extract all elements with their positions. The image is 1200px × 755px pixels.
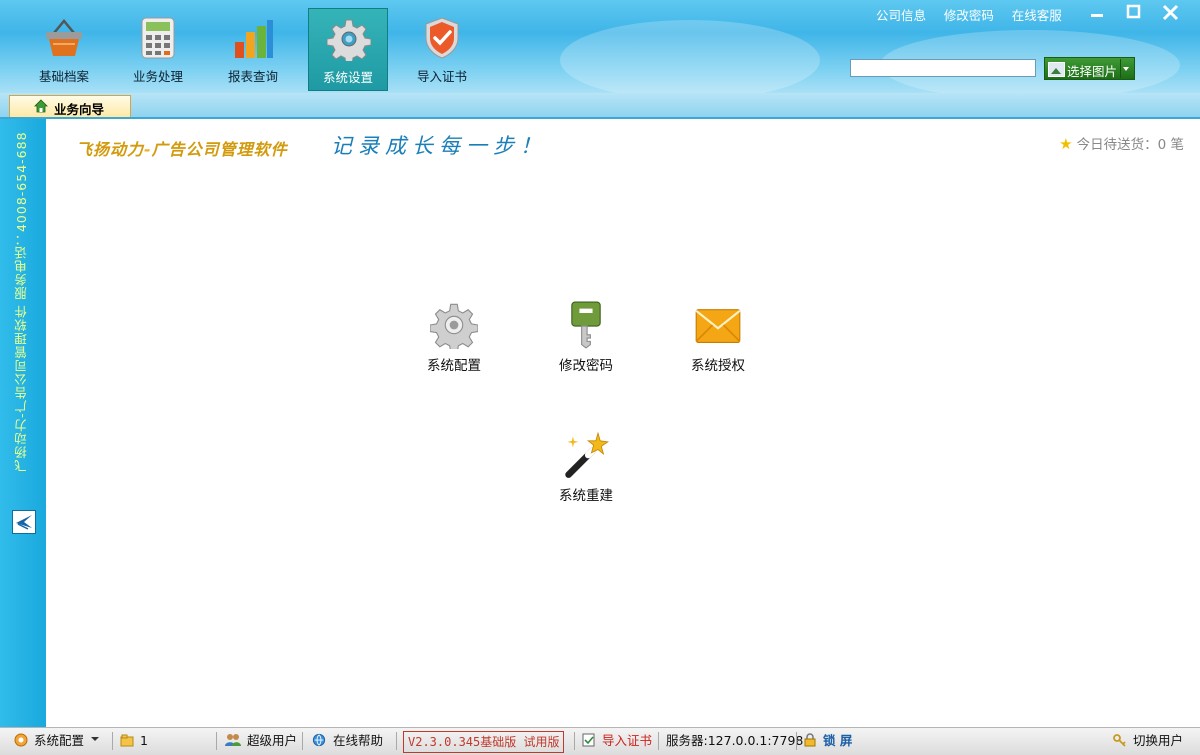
function-system-rebuild[interactable]: 系统重建: [536, 431, 636, 504]
version-badge: V2.3.0.345基础版 试用版: [403, 731, 565, 753]
background-cloud: [560, 20, 820, 100]
company-logo-icon: [12, 510, 36, 534]
star-icon: ★: [1059, 135, 1073, 153]
status-online-help[interactable]: 在线帮助: [311, 728, 383, 754]
search-input[interactable]: [850, 59, 1036, 77]
status-user-label: 超级用户: [247, 733, 298, 748]
toolbar-import-cert[interactable]: 导入证书: [402, 8, 482, 91]
toolbar-business[interactable]: 业务处理: [118, 8, 198, 91]
users-icon: [225, 734, 241, 746]
toolbar-label: 导入证书: [416, 69, 467, 84]
function-system-authorization[interactable]: 系统授权: [668, 301, 768, 374]
status-import-cert[interactable]: 导入证书: [582, 728, 652, 754]
maximize-button[interactable]: [1123, 3, 1145, 23]
switch-user-label: 切换用户: [1133, 733, 1184, 748]
status-divider: [796, 732, 797, 750]
toolbar-basic-records[interactable]: 基础档案: [24, 8, 104, 91]
brand-title: 飞扬动力-广告公司管理软件: [76, 136, 288, 160]
function-system-config[interactable]: 系统配置: [404, 301, 504, 374]
function-label: 系统重建: [559, 488, 613, 504]
chevron-down-icon: [91, 737, 100, 741]
function-change-password[interactable]: 修改密码: [536, 301, 636, 374]
key-icon: [571, 301, 601, 349]
toolbar-label: 系统设置: [322, 70, 373, 85]
minimize-icon: [1091, 14, 1103, 17]
toolbar-label: 基础档案: [38, 69, 89, 84]
folder-key-icon: [120, 734, 134, 747]
status-count-value: 1: [140, 733, 148, 748]
brand-name: 飞扬动力: [76, 140, 145, 159]
function-label: 系统配置: [427, 358, 481, 374]
maximize-icon: [1126, 4, 1141, 19]
online-support-link[interactable]: 在线客服: [1012, 8, 1062, 23]
brand-product: 广告公司管理软件: [151, 140, 288, 159]
lock-screen-label: 锁 屏: [823, 733, 853, 748]
sidebar-vertical-text: 飞扬动力-广告公司管理软件 服务电话：4008-654-688: [14, 131, 29, 472]
gear-icon: [14, 733, 28, 747]
status-bar: 系统配置 1 超级用户 在线帮助 V2.3.0.345基础版 试用版 导入证书 …: [0, 727, 1200, 755]
toolbar-label: 业务处理: [132, 69, 183, 84]
certificate-icon: [582, 733, 595, 747]
chevron-down-icon[interactable]: [1120, 59, 1132, 78]
status-user[interactable]: 超级用户: [225, 728, 297, 754]
main-content: 飞扬动力-广告公司管理软件 记录成长每一步！ ★ 今日待送货：0 笔 系统配置 修…: [46, 119, 1200, 727]
close-icon: [1162, 4, 1179, 21]
function-label: 系统授权: [691, 358, 745, 374]
calculator-icon: [141, 17, 175, 59]
status-divider: [658, 732, 659, 750]
status-divider: [574, 732, 575, 750]
image-icon: [1048, 62, 1065, 77]
lock-screen-button[interactable]: 锁 屏: [803, 728, 852, 754]
toolbar-reports[interactable]: 报表查询: [213, 8, 293, 91]
gear-icon: [327, 19, 371, 61]
brand-separator: -: [144, 140, 152, 159]
status-divider: [216, 732, 217, 750]
status-divider: [112, 732, 113, 750]
pending-delivery-label: 今日待送货：0 笔: [1076, 137, 1184, 153]
status-count: 1: [120, 728, 148, 754]
status-module-menu[interactable]: 系统配置: [14, 728, 101, 754]
company-info-link[interactable]: 公司信息: [876, 8, 926, 23]
left-sidebar: 飞扬动力-广告公司管理软件 服务电话：4008-654-688: [0, 119, 46, 727]
close-button[interactable]: [1160, 3, 1182, 23]
status-module-label: 系统配置: [34, 733, 85, 748]
change-password-link[interactable]: 修改密码: [944, 8, 994, 23]
status-server: 服务器:127.0.0.1:7798: [666, 733, 804, 748]
toolbar-label: 报表查询: [227, 69, 278, 84]
shield-check-icon: [425, 17, 459, 59]
magic-wand-icon: [565, 431, 610, 478]
toolbar-system-settings[interactable]: 系统设置: [308, 8, 388, 91]
tab-label: 业务向导: [54, 102, 105, 117]
basket-icon: [46, 19, 82, 56]
home-icon: [34, 99, 48, 113]
lock-icon: [804, 733, 816, 747]
status-import-cert-label: 导入证书: [602, 733, 653, 748]
pending-delivery[interactable]: ★ 今日待送货：0 笔: [1059, 133, 1184, 153]
key-icon: [1113, 734, 1126, 747]
pick-image-button[interactable]: 选择图片: [1044, 57, 1135, 80]
top-links: 公司信息 修改密码 在线客服: [876, 5, 1076, 24]
slogan: 记录成长每一步！: [331, 134, 547, 158]
browser-icon: [312, 733, 326, 747]
pick-image-label: 选择图片: [1067, 64, 1118, 79]
tab-business-wizard[interactable]: 业务向导: [9, 95, 131, 117]
status-divider: [396, 732, 397, 750]
function-label: 修改密码: [559, 358, 613, 374]
status-help-label: 在线帮助: [333, 733, 384, 748]
status-divider: [302, 732, 303, 750]
minimize-button[interactable]: [1086, 3, 1108, 23]
bar-chart-icon: [235, 20, 273, 58]
top-toolbar: 基础档案 业务处理 报表查询 系统设置 导入证书 公司信息 修改密码 在线客服 …: [0, 0, 1200, 100]
gear-icon: [430, 303, 478, 349]
tab-strip: 业务向导: [0, 93, 1200, 119]
switch-user-button[interactable]: 切换用户: [1113, 728, 1183, 754]
envelope-icon: [695, 309, 741, 343]
